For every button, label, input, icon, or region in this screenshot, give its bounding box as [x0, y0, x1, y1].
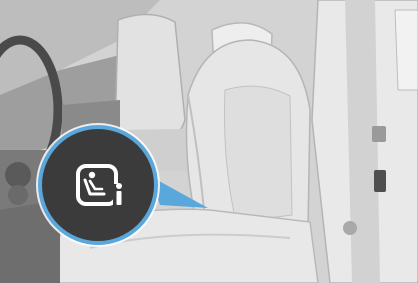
seat-back-center-panel — [223, 85, 293, 223]
callout-badge — [36, 123, 160, 247]
car-seat-illustration — [0, 0, 418, 283]
callout-circle — [38, 125, 158, 245]
console-knob-2 — [8, 185, 28, 205]
door-hinge-upper — [372, 126, 386, 142]
door-window-edge — [394, 9, 418, 91]
console-knob — [5, 162, 31, 188]
door-latch — [374, 170, 386, 192]
door-bolt — [343, 221, 357, 235]
car-interior-scene — [0, 0, 418, 283]
